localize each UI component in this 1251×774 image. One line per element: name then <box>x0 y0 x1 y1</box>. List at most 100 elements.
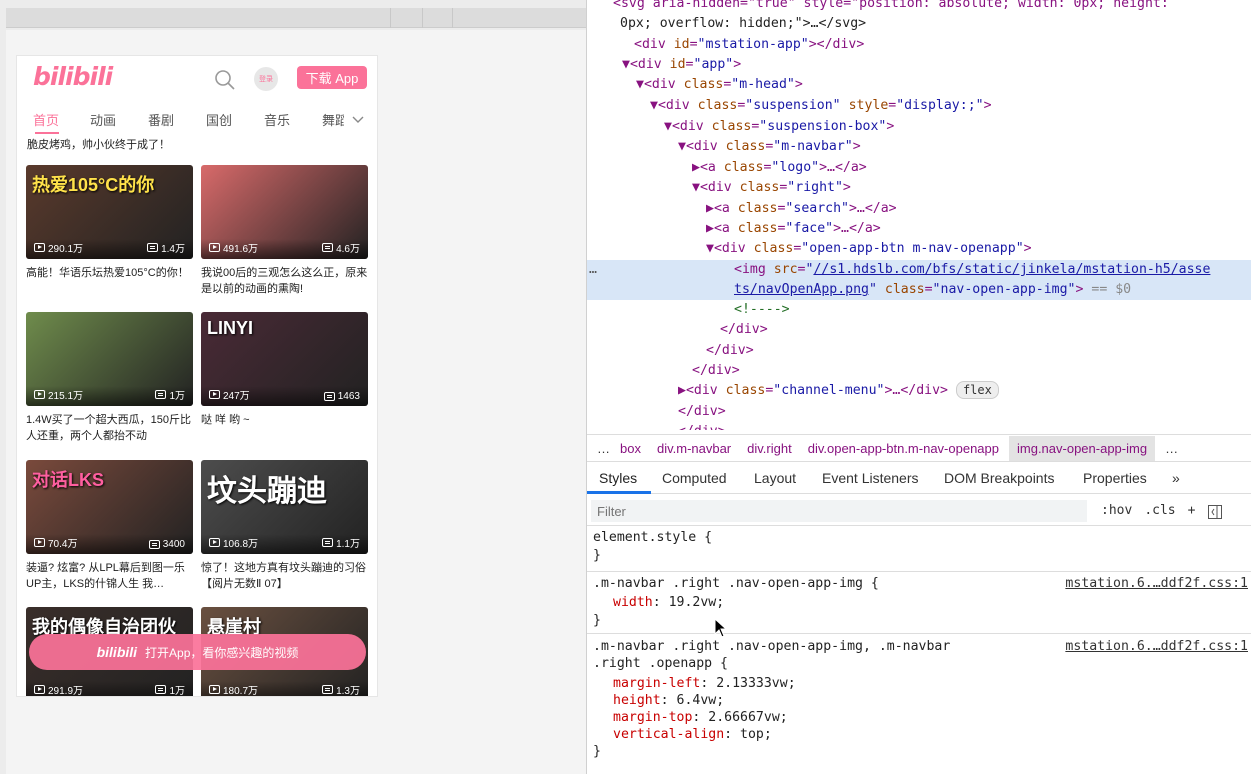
bilibili-logo[interactable]: bilibili <box>33 62 113 91</box>
toggle-sidebar-icon[interactable] <box>1207 504 1223 520</box>
styles-filter-input[interactable] <box>591 500 1087 522</box>
video-thumbnail[interactable]: 坟头蹦迪 106.8万 1.1万 <box>201 460 368 554</box>
danmaku-count-value: 4.6万 <box>336 244 360 255</box>
dom-line-img-selected[interactable]: … <img src="//s1.hdslb.com/bfs/static/ji… <box>587 260 1251 300</box>
dom-line-mstation-app[interactable]: <div id="mstation-app"></div> <box>634 35 1251 55</box>
breadcrumb-box[interactable]: box <box>620 441 641 456</box>
chevron-down-icon[interactable] <box>351 112 365 126</box>
video-title[interactable]: 我说00后的三观怎么这么正，原来是以前的动画的熏陶! <box>201 265 368 297</box>
play-count: 491.6万 <box>209 240 258 255</box>
video-card[interactable]: 对话LKS 70.4万 3400 装逼? 炫富? 从LPL幕后到图一乐UP主，LKS的… <box>26 460 193 592</box>
rule-element-style[interactable]: element.style { } <box>587 526 1251 572</box>
dom-line-svg[interactable]: <svg aria-hidden="true" style="position:… <box>613 0 1251 14</box>
video-stats: 106.8万 1.1万 <box>201 534 368 554</box>
channel-dance[interactable]: 舞蹈 <box>322 110 344 129</box>
rule-nav-open-app-img[interactable]: .m-navbar .right .nav-open-app-img { mst… <box>587 572 1251 634</box>
channel-guochuang[interactable]: 国创 <box>206 110 232 129</box>
cls-toggle[interactable]: .cls <box>1144 503 1175 520</box>
tab-event-listeners[interactable]: Event Listeners <box>822 470 919 486</box>
dom-line-open-app-btn[interactable]: ▼<div class="open-app-btn m-nav-openapp"… <box>706 239 1251 259</box>
video-card[interactable]: 热爱105°C的你 290.1万 1.4万高能！华语乐坛热爱105°C的你！ <box>26 165 193 297</box>
dom-line-close-div-3: </div> <box>692 363 740 378</box>
search-icon[interactable] <box>213 68 237 92</box>
rule-declaration[interactable]: vertical-align: top; <box>613 726 772 744</box>
styles-filter-row: :hov .cls + <box>587 496 1251 526</box>
previous-card-title: 脆皮烤鸡，帅小伙终于成了！ <box>27 139 170 151</box>
channel-home[interactable]: 首页 <box>33 110 59 129</box>
breadcrumb-more-end[interactable]: … <box>1165 441 1178 456</box>
m-head: bilibili 登录 下载 App 首页 动画 番剧 国创 音乐 舞蹈 <box>17 56 377 134</box>
rule-declaration[interactable]: margin-left: 2.13333vw; <box>613 675 796 693</box>
tab-dom-breakpoints[interactable]: DOM Breakpoints <box>944 470 1054 486</box>
video-card[interactable]: 坟头蹦迪 106.8万 1.1万 惊了！这地方真有坟头蹦迪的习俗【阅片无数Ⅱ 07】 <box>201 460 368 592</box>
play-count: 106.8万 <box>209 535 258 550</box>
tab-properties[interactable]: Properties <box>1083 470 1147 486</box>
devtools-panel: <svg aria-hidden="true" style="position:… <box>586 0 1251 774</box>
tab-styles[interactable]: Styles <box>599 470 637 486</box>
rule-declaration[interactable]: height: 6.4vw; <box>613 692 724 710</box>
video-stats: 291.9万 1万 <box>26 681 193 696</box>
rule-close-brace: } <box>593 744 601 759</box>
dom-line-suspension-box[interactable]: ▼<div class="suspension-box"> <box>664 117 1251 137</box>
danmaku-count: 1463 <box>323 391 360 402</box>
video-stats: 290.1万 1.4万 <box>26 239 193 259</box>
breadcrumb-m-navbar[interactable]: div.m-navbar <box>657 441 731 456</box>
channel-bangumi[interactable]: 番剧 <box>148 110 174 129</box>
video-thumbnail[interactable]: 215.1万 1万 <box>26 312 193 406</box>
video-thumbnail[interactable]: 对话LKS 70.4万 3400 <box>26 460 193 554</box>
hov-toggle[interactable]: :hov <box>1101 503 1132 520</box>
rule-source-link[interactable]: mstation.6.…ddf2f.css:1 <box>1065 638 1248 656</box>
play-icon <box>209 390 220 399</box>
download-app-button[interactable]: 下载 App <box>297 66 367 89</box>
video-thumbnail[interactable]: LINYI 247万 1463 <box>201 312 368 406</box>
video-title[interactable]: 惊了！这地方真有坟头蹦迪的习俗【阅片无数Ⅱ 07】 <box>201 560 368 592</box>
new-rule-button[interactable]: + <box>1188 503 1196 520</box>
breadcrumb-img[interactable]: img.nav-open-app-img <box>1009 435 1156 461</box>
rule-declaration[interactable]: margin-top: 2.66667vw; <box>613 709 788 727</box>
rule-selector: .m-navbar .right .nav-open-app-img { <box>593 576 879 591</box>
video-thumbnail[interactable]: 491.6万 4.6万 <box>201 165 368 259</box>
breadcrumb-right[interactable]: div.right <box>747 441 792 456</box>
dom-line-face[interactable]: ▶<a class="face">…</a> <box>706 219 1251 239</box>
dom-line-app[interactable]: ▼<div id="app"> <box>622 55 1251 75</box>
dom-line-channel-menu[interactable]: ▶<div class="channel-menu">…</div> flex <box>678 381 1251 401</box>
breadcrumb-open-app-btn[interactable]: div.open-app-btn.m-nav-openapp <box>808 441 999 456</box>
video-thumbnail[interactable]: 热爱105°C的你 290.1万 1.4万 <box>26 165 193 259</box>
danmaku-count-value: 1.1万 <box>336 539 360 550</box>
thumbnail-caption: 热爱105°C的你 <box>32 175 155 195</box>
play-count: 70.4万 <box>34 535 77 550</box>
banner-text: 打开App，看你感兴趣的视频 <box>145 645 299 660</box>
dom-line-m-head[interactable]: ▼<div class="m-head"> <box>636 75 1251 95</box>
play-icon <box>34 685 45 694</box>
rule-selector-line-2: .right .openapp { <box>593 656 728 671</box>
dom-line-logo[interactable]: ▶<a class="logo">…</a> <box>692 158 1251 178</box>
dom-line-m-navbar[interactable]: ▼<div class="m-navbar"> <box>678 137 1251 157</box>
tab-layout[interactable]: Layout <box>754 470 796 486</box>
play-icon <box>209 538 220 547</box>
rule-declaration[interactable]: width: 19.2vw; <box>613 594 724 612</box>
danmaku-count-value: 1.3万 <box>336 686 360 697</box>
rule-close-brace: } <box>593 548 601 563</box>
dom-line-right[interactable]: ▼<div class="right"> <box>692 178 1251 198</box>
rule-openapp[interactable]: .m-navbar .right .nav-open-app-img, .m-n… <box>587 634 1251 774</box>
video-card[interactable]: 491.6万 4.6万我说00后的三观怎么这么正，原来是以前的动画的熏陶! <box>201 165 368 297</box>
login-avatar[interactable]: 登录 <box>254 67 278 91</box>
rule-source-link[interactable]: mstation.6.…ddf2f.css:1 <box>1065 575 1248 593</box>
video-title[interactable]: 哒 咩 哟 ~ <box>201 412 368 444</box>
video-title[interactable]: 高能！华语乐坛热爱105°C的你！ <box>26 265 193 297</box>
video-card[interactable]: 215.1万 1万 1.4W买了一个超大西瓜，150斤比人还重，两个人都抬不动 <box>26 312 193 444</box>
channel-music[interactable]: 音乐 <box>264 110 290 129</box>
play-count: 291.9万 <box>34 682 83 696</box>
tab-overflow[interactable]: » <box>1172 470 1180 486</box>
channel-anime[interactable]: 动画 <box>90 110 116 129</box>
breadcrumb-more[interactable]: … <box>597 441 610 456</box>
open-app-banner[interactable]: bilibili 打开App，看你感兴趣的视频 <box>29 634 366 670</box>
tab-computed[interactable]: Computed <box>662 470 727 486</box>
video-title[interactable]: 装逼? 炫富? 从LPL幕后到图一乐UP主，LKS的什锦人生 我… <box>26 560 193 592</box>
dom-line-suspension[interactable]: ▼<div class="suspension" style="display:… <box>650 96 1251 116</box>
dom-line-search[interactable]: ▶<a class="search">…</a> <box>706 199 1251 219</box>
video-title[interactable]: 1.4W买了一个超大西瓜，150斤比人还重，两个人都抬不动 <box>26 412 193 444</box>
video-card[interactable]: LINYI 247万 1463 哒 咩 哟 ~ <box>201 312 368 444</box>
play-icon <box>34 390 45 399</box>
flex-badge[interactable]: flex <box>955 381 999 399</box>
